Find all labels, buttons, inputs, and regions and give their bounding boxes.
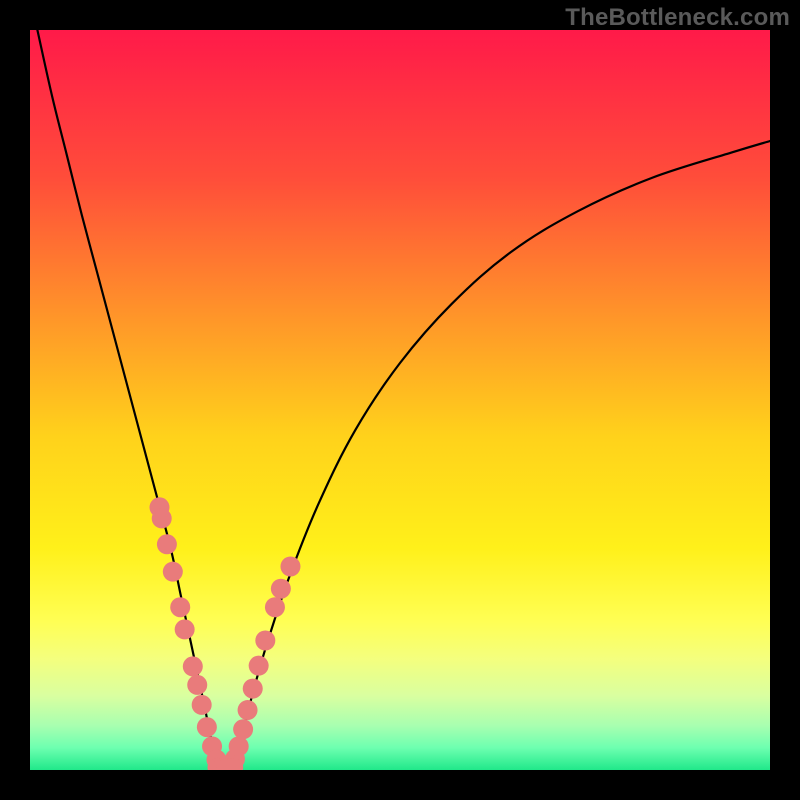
data-point bbox=[280, 557, 300, 577]
data-point bbox=[249, 656, 269, 676]
gradient-background bbox=[30, 30, 770, 770]
data-point bbox=[175, 619, 195, 639]
data-point bbox=[157, 534, 177, 554]
chart-frame: TheBottleneck.com bbox=[0, 0, 800, 800]
outlier-marker bbox=[280, 557, 300, 577]
data-point bbox=[233, 719, 253, 739]
data-point bbox=[229, 736, 249, 756]
data-point bbox=[271, 579, 291, 599]
data-point bbox=[187, 675, 207, 695]
data-point bbox=[243, 679, 263, 699]
bottom-markers bbox=[207, 758, 243, 770]
data-point bbox=[152, 508, 172, 528]
chart-svg bbox=[30, 30, 770, 770]
data-point bbox=[192, 695, 212, 715]
data-point bbox=[163, 562, 183, 582]
data-point bbox=[238, 700, 258, 720]
data-point bbox=[170, 597, 190, 617]
data-point bbox=[255, 631, 275, 651]
plot-area bbox=[30, 30, 770, 770]
data-point bbox=[183, 656, 203, 676]
watermark-text: TheBottleneck.com bbox=[565, 4, 790, 32]
data-point bbox=[265, 597, 285, 617]
data-point bbox=[197, 717, 217, 737]
